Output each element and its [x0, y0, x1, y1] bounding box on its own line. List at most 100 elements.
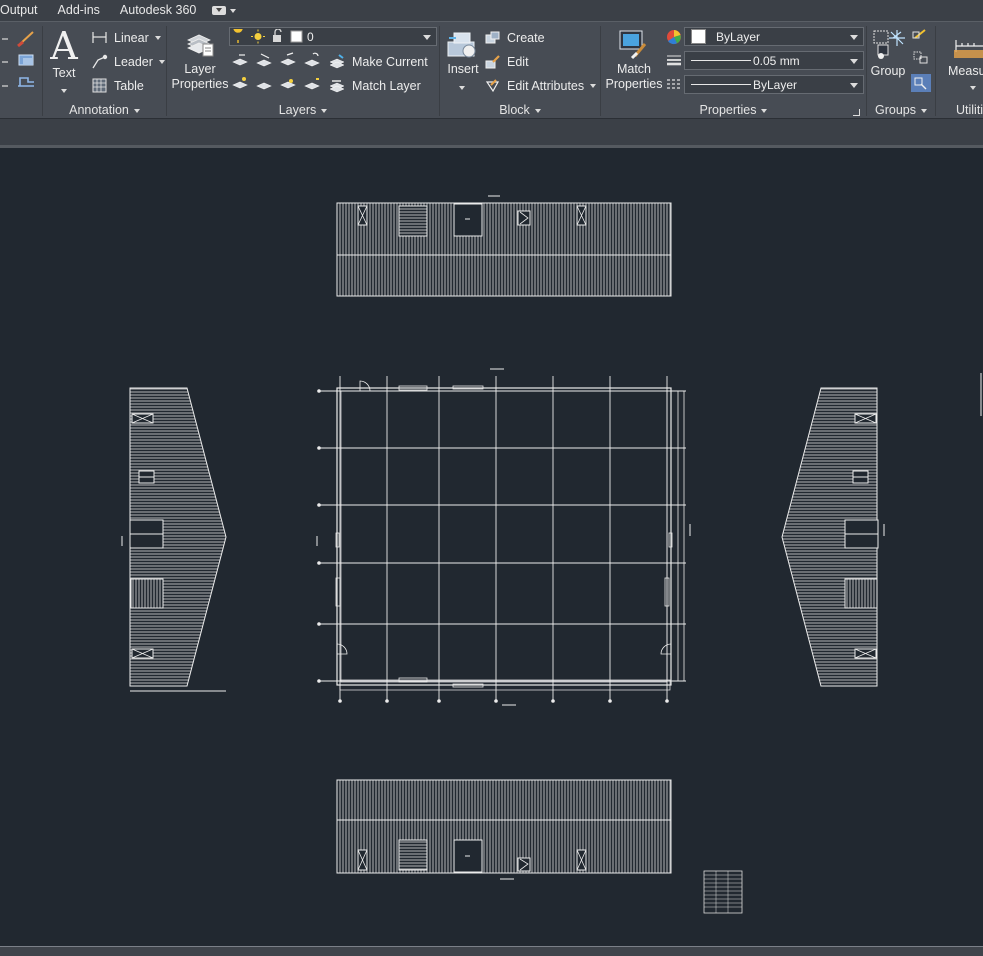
chevron-down-icon [154, 35, 161, 40]
block-panel-title[interactable]: Block [440, 102, 600, 118]
edit-block-button[interactable]: Edit [484, 53, 529, 70]
edit-attributes-icon [485, 79, 500, 93]
lineweight-sample [691, 60, 751, 61]
match-properties-button[interactable]: Match Properties [603, 26, 663, 92]
create-block-icon [485, 31, 500, 44]
make-current-icon [329, 54, 345, 69]
lineweight-dropdown[interactable]: 0.05 mm [684, 51, 864, 70]
measure-button[interactable]: Measu [940, 26, 983, 92]
linetype-dropdown[interactable]: ByLayer [684, 75, 864, 94]
chevron-down-icon [321, 108, 328, 113]
chevron-down-icon [133, 108, 140, 113]
group-button[interactable]: Group [869, 26, 907, 92]
tab-output[interactable]: Output [0, 0, 48, 21]
utilities-panel-title[interactable]: Utiliti [936, 102, 983, 118]
current-layer-name: 0 [307, 29, 314, 44]
edit-attributes-label: Edit Attributes [507, 78, 585, 93]
table-button[interactable]: Table [91, 77, 144, 94]
tab-add-ins[interactable]: Add-ins [48, 0, 110, 21]
layer-properties-button[interactable]: Layer Properties [169, 26, 231, 94]
linear-dimension-icon [92, 32, 107, 43]
dropdown-arrow-icon [850, 59, 858, 64]
layer-state-icons [233, 29, 303, 44]
linetype-sample [691, 84, 751, 85]
east-elevation [781, 373, 982, 687]
group-icon [873, 30, 905, 59]
ribbon-tab-bar: Output Add-ins Autodesk 360 [0, 0, 983, 21]
leader-label: Leader [114, 54, 153, 69]
annotation-panel-title[interactable]: Annotation [43, 102, 166, 118]
chevron-down-icon [761, 108, 768, 113]
groups-panel-title[interactable]: Groups [867, 102, 935, 118]
edit-attributes-button[interactable]: Edit Attributes [484, 77, 597, 94]
edit-label: Edit [507, 54, 529, 69]
panel-launcher-icon[interactable] [853, 109, 860, 116]
make-current-button[interactable]: Make Current [329, 53, 428, 70]
west-elevation [121, 387, 227, 692]
file-tab-bar [0, 119, 983, 147]
chevron-down-icon [459, 85, 465, 90]
modify-panel-partial [0, 22, 42, 120]
chevron-down-icon [921, 108, 927, 113]
edit-block-icon [485, 55, 500, 69]
group-label: Group [870, 64, 906, 78]
insert-button[interactable]: Insert [442, 26, 482, 92]
modify-tools-icons[interactable] [0, 28, 42, 108]
chevron-down-icon [590, 83, 597, 88]
drawing-area[interactable] [0, 148, 983, 946]
insert-block-icon [447, 32, 476, 58]
text-button[interactable]: A Text [49, 24, 79, 93]
ribbon: A Text Linear Leader Table Annotation La… [0, 21, 983, 119]
table-label: Table [114, 78, 144, 93]
group-selection-toggle[interactable] [911, 74, 931, 92]
linear-dimension-button[interactable]: Linear [91, 29, 161, 46]
chevron-down-icon [534, 108, 541, 113]
dropdown-arrow-icon [423, 35, 431, 40]
layers-panel-title[interactable]: Layers [167, 102, 439, 118]
property-type-icons [667, 30, 681, 89]
layer-properties-label: Layer Properties [171, 62, 229, 91]
match-layer-label: Match Layer [352, 78, 421, 93]
south-elevation [336, 779, 672, 880]
groups-panel: Group Groups [867, 22, 935, 120]
lineweight-value: 0.05 mm [753, 53, 800, 68]
schedule-table [703, 870, 743, 914]
group-tools-icons[interactable] [911, 28, 931, 94]
match-properties-icon [619, 30, 647, 60]
floor-plan [316, 368, 691, 706]
color-dropdown[interactable]: ByLayer [684, 27, 864, 46]
text-label: Text [52, 66, 76, 80]
make-current-label: Make Current [352, 54, 428, 69]
leader-icon [92, 54, 108, 69]
chevron-down-icon [230, 8, 237, 13]
dropdown-arrow-icon [850, 83, 858, 88]
layer-dropdown[interactable]: 0 [229, 27, 437, 46]
dropdown-arrow-icon [850, 35, 858, 40]
properties-panel-title[interactable]: Properties [601, 102, 866, 118]
chevron-down-icon [158, 59, 165, 64]
color-value: ByLayer [716, 29, 761, 44]
ribbon-options-button[interactable] [212, 6, 237, 15]
minimize-ribbon-icon [212, 6, 227, 15]
match-properties-label: Match Properties [605, 62, 663, 91]
text-icon: A [50, 24, 78, 68]
insert-label: Insert [447, 62, 479, 76]
linetype-value: ByLayer [753, 77, 798, 92]
chevron-down-icon [61, 88, 67, 93]
match-layer-button[interactable]: Match Layer [329, 77, 421, 94]
create-label: Create [507, 30, 545, 45]
create-block-button[interactable]: Create [484, 29, 545, 46]
annotation-panel: A Text Linear Leader Table Annotation [43, 22, 166, 120]
building-elevations-drawing [121, 195, 982, 914]
layer-properties-icon [187, 34, 214, 57]
properties-panel: Match Properties ByLayer 0.05 mm ByLayer… [601, 22, 866, 120]
tab-autodesk-360[interactable]: Autodesk 360 [110, 0, 206, 21]
utilities-panel: Measu Utiliti [936, 22, 983, 120]
north-elevation [336, 195, 672, 297]
leader-button[interactable]: Leader [91, 53, 165, 70]
status-bar-edge [0, 946, 983, 956]
layer-tools-icons[interactable] [231, 51, 341, 97]
linear-label: Linear [114, 30, 149, 45]
table-icon [92, 78, 107, 93]
measure-icon [954, 40, 983, 58]
